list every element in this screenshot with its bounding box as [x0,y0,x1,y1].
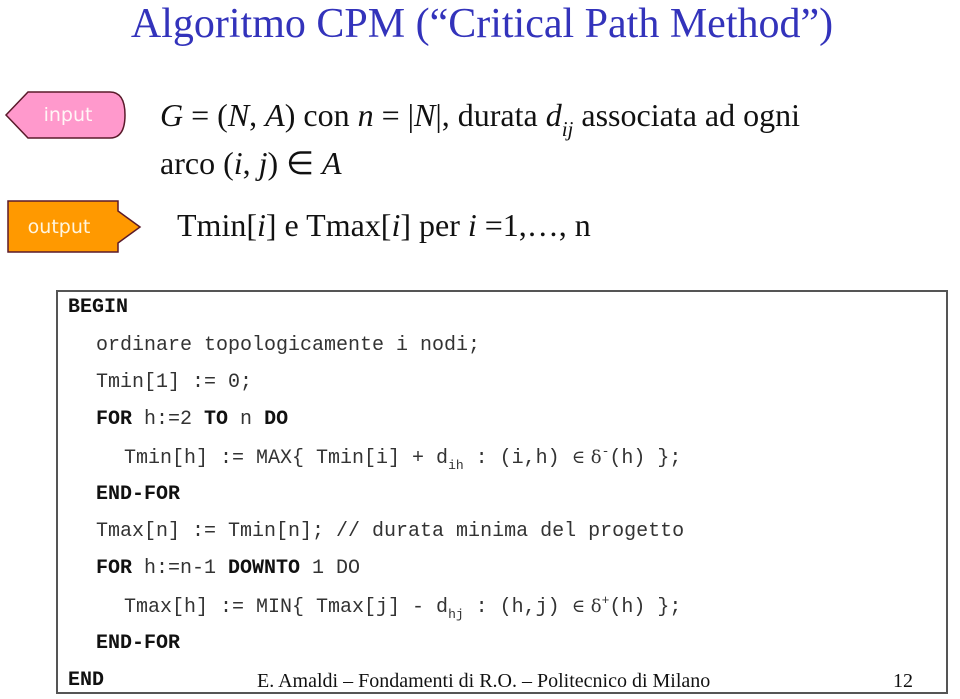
code-line-5: END-FOR [96,484,180,506]
input-description-line2: arco (i, j) ∈ A [160,145,342,181]
keyword-do: DO [264,408,289,431]
keyword-end-for: END-FOR [96,632,181,655]
subscript-hj: hj [448,607,464,622]
output-description: Tmin[i] e Tmax[i] per i =1,…, n [177,207,591,243]
code-line-8: Tmax[h] := MIN{ Tmax[j] - dhj : (h,j) ∈ … [124,593,682,622]
text: ] per [400,207,468,243]
text: Tmin[h] := MAX{ Tmin[i] + d [124,447,449,470]
code-line-3: FOR h:=2 TO n DO [96,409,288,431]
page-number: 12 [893,670,913,692]
text: n [228,408,265,431]
text: ] e Tmax[ [265,207,392,243]
code-line-6: Tmax[n] := Tmin[n]; // durata minima del… [96,520,685,543]
var-i: i [467,207,477,243]
superscript-plus: + [601,593,610,608]
text: associata ad ogni [573,97,800,133]
keyword-for: FOR [96,557,133,580]
text: ) con [284,97,358,133]
var-j: j [258,145,268,181]
text: h:=2 [132,408,205,431]
output-tag: output [6,199,142,254]
code-line-9: END-FOR [96,633,180,655]
text: |, durata [435,97,546,133]
input-tag-label: input [43,104,93,126]
keyword-end: END [68,669,105,692]
var-N: N [227,97,250,133]
code-begin: BEGIN [68,297,128,319]
slide-title: Algoritmo CPM (“Critical Path Method”) [130,1,834,47]
keyword-end-for: END-FOR [96,483,181,506]
text: ) ∈ [267,145,323,181]
keyword-downto: DOWNTO [228,557,301,580]
text: , [249,97,266,133]
text: (h) }; [609,596,682,619]
text: Tmax[h] := MIN{ Tmax[j] - d [124,596,449,619]
subscript-ih: ih [448,458,464,473]
keyword-for: FOR [96,408,133,431]
output-tag-label: output [27,215,91,238]
var-d: d [545,97,562,133]
text: Tmin[ [177,207,257,243]
text: 1 DO [300,557,361,580]
var-A: A [322,145,342,181]
code-end: END [68,670,104,692]
text: : (h,j) [463,596,572,619]
var-i: i [256,207,266,243]
code-line-1: ordinare topologicamente i nodi; [96,334,481,357]
code-line-7: FOR h:=n-1 DOWNTO 1 DO [96,558,360,580]
text: = | [373,97,415,133]
delta-symbol: δ [585,447,602,468]
delta-symbol: δ [585,596,602,617]
text: arco ( [160,145,234,181]
var-n: n [357,97,374,133]
keyword-begin: BEGIN [68,296,129,319]
input-tag: input [4,90,126,140]
code-line-4: Tmin[h] := MAX{ Tmin[i] + dih : (i,h) ∈ … [124,444,682,473]
text: =1,…, n [476,207,591,243]
var-i: i [233,145,243,181]
var-N: N [414,97,436,133]
input-description-line1: G = (N, A) con n = |N|, durata dij assoc… [160,97,800,141]
text: h:=n-1 [132,557,229,580]
var-A: A [265,97,285,133]
keyword-to: TO [204,408,229,431]
var-i: i [391,207,401,243]
var-G: G [160,97,184,133]
footer-credit: E. Amaldi – Fondamenti di R.O. – Politec… [257,670,711,692]
text: , [242,145,259,181]
superscript-minus: - [601,444,610,459]
element-of-symbol: ∈ [571,596,586,617]
element-of-symbol: ∈ [571,447,586,468]
text: = ( [183,97,228,133]
code-line-2: Tmin[1] := 0; [96,371,253,394]
text: (h) }; [609,447,682,470]
subscript-ij: ij [561,117,574,141]
text: : (i,h) [463,447,572,470]
